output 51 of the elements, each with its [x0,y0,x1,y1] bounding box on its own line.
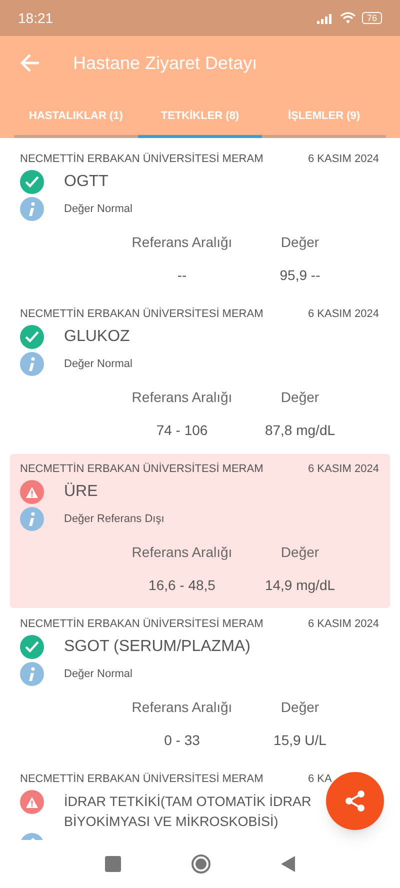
wifi-icon [340,12,356,24]
test-name: ÜRE [64,482,98,502]
signal-icon [316,12,334,24]
share-icon [343,789,367,813]
test-date: 6 KA [308,772,333,787]
reference-range: -- [176,266,188,284]
column-header: Değer [280,388,320,407]
result-value: 14,9 mg/dL [264,576,336,595]
column-header: Değer [280,542,320,562]
test-date: 6 KASIM 2024 [308,462,380,477]
column-header: Referans Aralığı [130,698,234,717]
result-status: Değer Normal [64,202,132,217]
screen-title: Hastane Ziyaret Detayı [73,52,258,75]
column-header: Değer [280,698,320,717]
reference-range: 16,6 - 48,5 [148,576,216,594]
hospital-name: NECMETTİN ERBAKAN ÜNİVERSİTESİ MERAM [20,462,264,477]
status-time: 18:21 [18,8,54,28]
test-date: 6 KASIM 2024 [308,152,380,167]
result-status: Değer Normal [64,666,132,682]
test-date: 6 KASIM 2024 [308,306,380,322]
reference-range: 74 - 106 [155,420,209,440]
tab[interactable]: HASTALIKLAR (1) [14,98,138,138]
test-date: 6 KASIM 2024 [308,616,380,632]
info-icon [20,662,44,686]
result-value: 95,9 -- [278,266,322,284]
info-icon [20,352,44,376]
column-header: Referans Aralığı [130,388,234,407]
hospital-name: NECMETTİN ERBAKAN ÜNİVERSİTESİ MERAM [20,616,264,632]
result-value: 15,9 U/L [272,730,328,750]
result-status: Değer Referans Dışı [64,512,164,527]
tab[interactable]: İŞLEMLER (9) [262,98,386,138]
info-icon [20,507,44,531]
reference-range: 0 - 33 [163,730,201,750]
column-header: Değer [280,232,320,252]
battery-indicator: 76 [362,12,382,24]
result-value: 87,8 mg/dL [264,420,336,440]
tab[interactable]: TETKİKLER (8) [138,98,262,138]
column-header: Referans Aralığı [130,542,234,562]
test-name: SGOT (SERUM/PLAZMA) [64,637,250,657]
back-nav-button[interactable] [281,856,295,872]
home-button[interactable] [191,854,211,874]
hospital-name: NECMETTİN ERBAKAN ÜNİVERSİTESİ MERAM [20,152,264,167]
column-header: Referans Aralığı [130,232,234,252]
back-arrow-icon [20,54,40,72]
hospital-name: NECMETTİN ERBAKAN ÜNİVERSİTESİ MERAM [20,306,264,322]
hospital-name: NECMETTİN ERBAKAN ÜNİVERSİTESİ MERAM [20,772,264,787]
info-icon [20,197,44,221]
test-name: OGTT [64,172,108,192]
result-status: Değer Normal [64,356,132,372]
test-name: İDRAR TETKİKİ(TAM OTOMATİK İDRAR BİYOKİMYASI VE MİKROSKOBİSİ) [64,793,312,831]
test-name: GLUKOZ [64,327,130,347]
